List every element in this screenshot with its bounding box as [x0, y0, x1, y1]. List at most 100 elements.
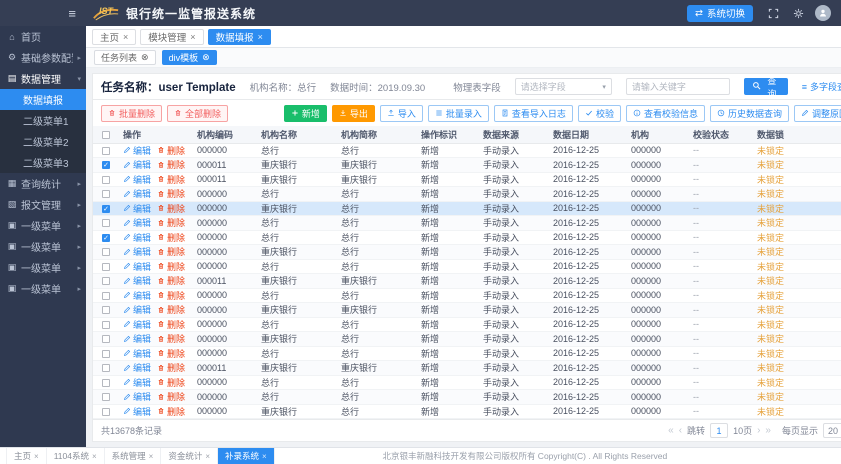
row-checkbox[interactable]	[102, 219, 110, 227]
row-checkbox[interactable]	[102, 190, 110, 198]
row-checkbox[interactable]	[102, 263, 110, 271]
edit-link[interactable]: 编辑	[123, 376, 151, 389]
row-checkbox[interactable]	[102, 147, 110, 155]
close-circle-icon[interactable]: ⊗	[141, 52, 149, 63]
toolbar-button[interactable]: 查看导入日志	[494, 105, 573, 122]
delete-link[interactable]: 删除	[157, 202, 185, 215]
bottom-tab[interactable]: 补录系统×	[218, 448, 275, 464]
page-number-input[interactable]: 1	[710, 423, 728, 438]
delete-link[interactable]: 删除	[157, 274, 185, 287]
sidebar-item[interactable]: ⌂首页	[0, 26, 86, 47]
edit-link[interactable]: 编辑	[123, 361, 151, 374]
multi-field-search-link[interactable]: ≡ 多字段查询	[802, 80, 841, 93]
delete-link[interactable]: 删除	[157, 144, 185, 157]
sidebar-item[interactable]: ▣一级菜单▸	[0, 257, 86, 278]
delete-link[interactable]: 删除	[157, 303, 185, 316]
delete-link[interactable]: 删除	[157, 260, 185, 273]
gear-icon[interactable]	[790, 5, 806, 21]
delete-link[interactable]: 删除	[157, 231, 185, 244]
delete-link[interactable]: 删除	[157, 216, 185, 229]
breadcrumb-chip[interactable]: div模板⊗	[162, 50, 217, 65]
row-checkbox[interactable]	[102, 321, 110, 329]
row-checkbox[interactable]	[102, 176, 110, 184]
close-icon[interactable]: ×	[34, 452, 39, 461]
edit-link[interactable]: 编辑	[123, 231, 151, 244]
close-icon[interactable]: ×	[92, 452, 97, 461]
sidebar-item[interactable]: ▦查询统计▸	[0, 173, 86, 194]
bottom-tab[interactable]: 资金统计×	[161, 448, 218, 464]
tab[interactable]: 数据填报×	[208, 29, 271, 45]
edit-link[interactable]: 编辑	[123, 390, 151, 403]
delete-link[interactable]: 删除	[157, 405, 185, 418]
sidebar-subitem[interactable]: 二级菜单1	[0, 110, 86, 131]
sidebar-subitem[interactable]: 二级菜单3	[0, 152, 86, 173]
row-checkbox[interactable]	[102, 306, 110, 314]
select-all-checkbox[interactable]	[102, 131, 110, 139]
toolbar-button[interactable]: 导出	[332, 105, 375, 122]
breadcrumb-chip[interactable]: 任务列表⊗	[94, 50, 156, 65]
bottom-tab[interactable]: 主页×	[6, 448, 47, 464]
delete-link[interactable]: 删除	[157, 347, 185, 360]
toolbar-button[interactable]: 批量录入	[428, 105, 489, 122]
close-circle-icon[interactable]: ⊗	[202, 52, 210, 63]
row-checkbox[interactable]	[102, 248, 110, 256]
sidebar-subitem[interactable]: 数据填报	[0, 89, 86, 110]
row-checkbox[interactable]	[102, 408, 110, 416]
delete-link[interactable]: 删除	[157, 289, 185, 302]
sidebar-item[interactable]: ▣一级菜单▸	[0, 215, 86, 236]
delete-link[interactable]: 删除	[157, 361, 185, 374]
row-checkbox[interactable]	[102, 364, 110, 372]
sidebar-item[interactable]: ▣一级菜单▸	[0, 236, 86, 257]
edit-link[interactable]: 编辑	[123, 303, 151, 316]
close-icon[interactable]: ×	[149, 452, 154, 461]
row-checkbox[interactable]	[102, 379, 110, 387]
delete-link[interactable]: 删除	[157, 376, 185, 389]
row-checkbox[interactable]: ✓	[102, 234, 110, 242]
last-page-icon[interactable]: »	[765, 426, 771, 436]
tab[interactable]: 主页×	[92, 29, 136, 45]
edit-link[interactable]: 编辑	[123, 332, 151, 345]
close-icon[interactable]: ×	[123, 32, 128, 42]
edit-link[interactable]: 编辑	[123, 245, 151, 258]
row-checkbox[interactable]	[102, 350, 110, 358]
per-page-select[interactable]: 20 ▾	[823, 423, 841, 438]
search-button[interactable]: 查询	[744, 78, 788, 95]
delete-link[interactable]: 删除	[157, 187, 185, 200]
bottom-tab[interactable]: 系统管理×	[105, 448, 162, 464]
row-checkbox[interactable]: ✓	[102, 205, 110, 213]
edit-link[interactable]: 编辑	[123, 144, 151, 157]
delete-link[interactable]: 删除	[157, 332, 185, 345]
sidebar-item[interactable]: ⚙基础参数配置▸	[0, 47, 86, 68]
first-page-icon[interactable]: «	[668, 426, 674, 436]
user-avatar[interactable]	[815, 5, 831, 21]
row-checkbox[interactable]	[102, 277, 110, 285]
edit-link[interactable]: 编辑	[123, 347, 151, 360]
edit-link[interactable]: 编辑	[123, 216, 151, 229]
toolbar-button[interactable]: 历史数据查询	[710, 105, 789, 122]
row-checkbox[interactable]	[102, 292, 110, 300]
delete-link[interactable]: 删除	[157, 173, 185, 186]
toolbar-button[interactable]: 导入	[380, 105, 423, 122]
field-select[interactable]: 请选择字段 ▾	[515, 78, 612, 95]
edit-link[interactable]: 编辑	[123, 318, 151, 331]
delete-link[interactable]: 删除	[157, 318, 185, 331]
edit-link[interactable]: 编辑	[123, 202, 151, 215]
sidebar-item[interactable]: ▣一级菜单▸	[0, 278, 86, 299]
edit-link[interactable]: 编辑	[123, 274, 151, 287]
close-icon[interactable]: ×	[205, 452, 210, 461]
bottom-tab[interactable]: 1104系统×	[47, 448, 105, 464]
sidebar-subitem[interactable]: 二级菜单2	[0, 131, 86, 152]
edit-link[interactable]: 编辑	[123, 260, 151, 273]
row-checkbox[interactable]	[102, 393, 110, 401]
delete-link[interactable]: 删除	[157, 158, 185, 171]
close-icon[interactable]: ×	[258, 32, 263, 42]
prev-page-icon[interactable]: ‹	[679, 426, 682, 436]
edit-link[interactable]: 编辑	[123, 173, 151, 186]
edit-link[interactable]: 编辑	[123, 289, 151, 302]
close-icon[interactable]: ×	[190, 32, 195, 42]
delete-link[interactable]: 删除	[157, 390, 185, 403]
sidebar-item[interactable]: ▤数据管理▾	[0, 68, 86, 89]
toolbar-button[interactable]: 查看校验信息	[626, 105, 705, 122]
toolbar-button[interactable]: 全部删除	[167, 105, 228, 122]
edit-link[interactable]: 编辑	[123, 405, 151, 418]
